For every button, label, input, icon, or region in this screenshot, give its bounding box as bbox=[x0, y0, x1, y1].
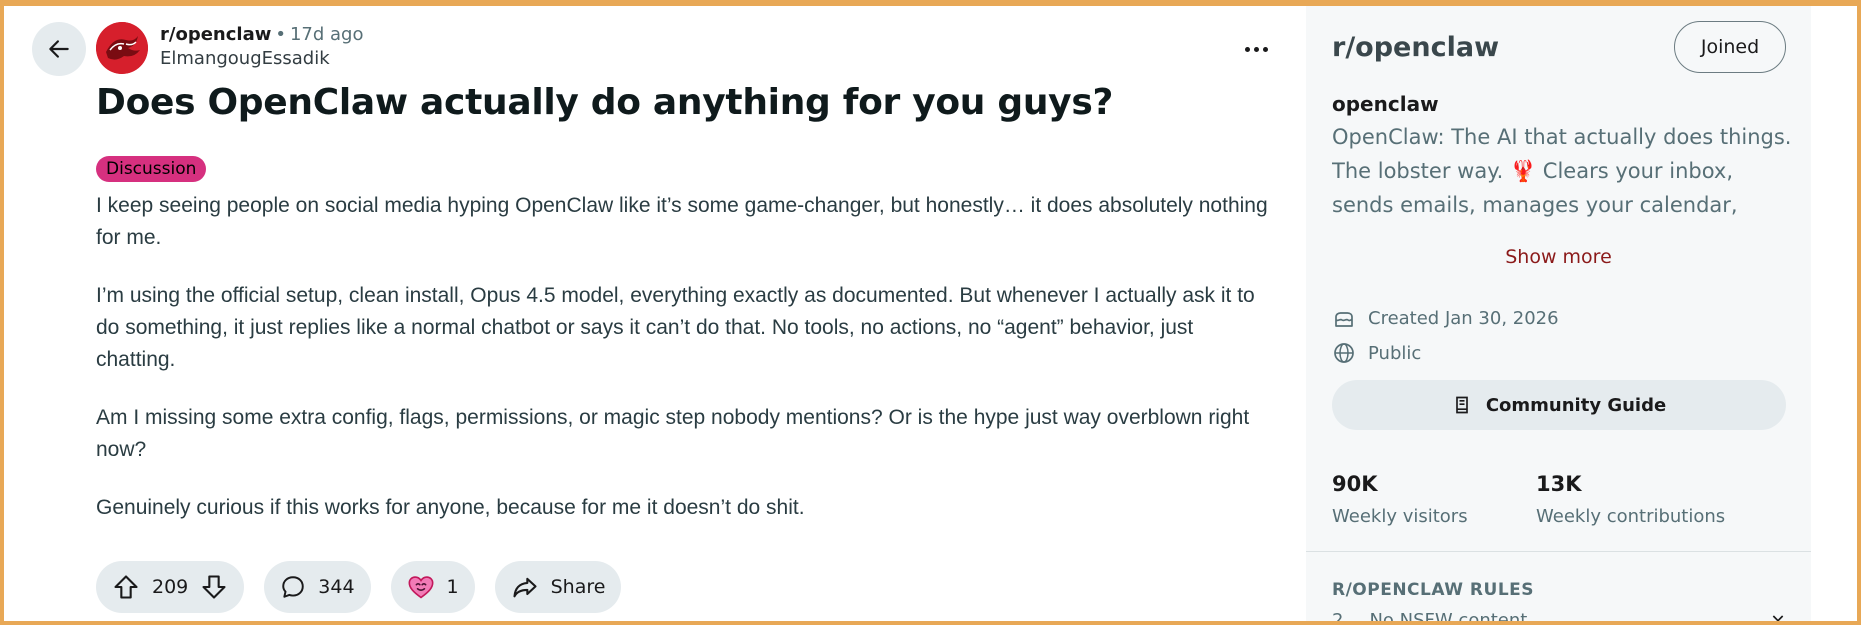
book-icon bbox=[1455, 396, 1468, 414]
upvote-icon[interactable] bbox=[112, 573, 140, 601]
subreddit-link[interactable]: r/openclaw bbox=[160, 24, 271, 45]
post-panel: r/openclaw • 17d ago ElmangougEssadik Does… bbox=[4, 6, 1306, 621]
community-guide-label: Community Guide bbox=[1485, 394, 1667, 416]
more-options-button[interactable] bbox=[1238, 34, 1274, 64]
created-date: Created Jan 30, 2026 bbox=[1368, 307, 1559, 329]
share-button[interactable]: Share bbox=[494, 561, 622, 613]
post-actions: 209 344 1 Share bbox=[96, 561, 622, 613]
rule-text: No NSFW content bbox=[1369, 610, 1528, 624]
sidebar-divider bbox=[1306, 551, 1811, 552]
post-title: Does OpenClaw actually do anything for y… bbox=[96, 82, 1114, 123]
globe-icon bbox=[1334, 343, 1354, 363]
show-more-button[interactable]: Show more bbox=[1306, 246, 1811, 268]
post-time: 17d ago bbox=[289, 24, 364, 45]
stat-value: 90K bbox=[1332, 472, 1378, 496]
visibility-row: Public bbox=[1332, 341, 1421, 365]
post-paragraph: Genuinely curious if this works for anyo… bbox=[96, 496, 805, 519]
post-flair[interactable]: Discussion bbox=[96, 156, 207, 182]
subreddit-avatar[interactable] bbox=[96, 22, 148, 74]
back-button[interactable] bbox=[32, 22, 86, 76]
rules-heading: R/OPENCLAW RULES bbox=[1332, 580, 1535, 600]
stat-label: Weekly visitors bbox=[1332, 506, 1468, 527]
post-paragraph: I’m using the official setup, clean inst… bbox=[96, 284, 1255, 371]
community-description: OpenClaw: The AI that actually does thin… bbox=[1332, 125, 1792, 217]
created-row: Created Jan 30, 2026 bbox=[1332, 306, 1559, 330]
post-paragraph: I keep seeing people on social media hyp… bbox=[96, 194, 1268, 249]
post-body: I keep seeing people on social media hyp… bbox=[96, 190, 1276, 550]
author-link[interactable]: ElmangougEssadik bbox=[160, 48, 330, 69]
community-sidebar: r/openclaw Joined openclaw OpenClaw: The… bbox=[1306, 6, 1811, 624]
meta-separator: • bbox=[275, 24, 286, 45]
post-paragraph: Am I missing some extra config, flags, p… bbox=[96, 406, 1250, 461]
comments-button[interactable]: 344 bbox=[264, 561, 371, 613]
share-label: Share bbox=[550, 576, 606, 598]
stat-value: 13K bbox=[1536, 472, 1582, 496]
downvote-icon[interactable] bbox=[200, 573, 228, 601]
comment-icon bbox=[282, 576, 304, 598]
page-margin bbox=[1811, 6, 1857, 621]
community-name: openclaw bbox=[1332, 92, 1439, 116]
vote-count: 209 bbox=[152, 576, 189, 598]
back-arrow-icon bbox=[49, 40, 69, 58]
community-guide-button[interactable]: Community Guide bbox=[1332, 380, 1786, 430]
visibility-label: Public bbox=[1368, 342, 1422, 364]
stat-label: Weekly contributions bbox=[1536, 506, 1726, 527]
award-count: 1 bbox=[446, 576, 459, 598]
rule-number: 2 bbox=[1332, 610, 1344, 624]
rules-item[interactable]: 2 No NSFW content bbox=[1332, 610, 1786, 624]
joined-button[interactable]: Joined bbox=[1674, 21, 1786, 73]
more-icon bbox=[1244, 46, 1250, 52]
community-title[interactable]: r/openclaw bbox=[1332, 32, 1499, 63]
stat-visitors: 90K Weekly visitors bbox=[1332, 472, 1468, 527]
post-meta: r/openclaw • 17d ago bbox=[160, 24, 364, 45]
vote-pill: 209 bbox=[96, 561, 245, 613]
share-icon bbox=[513, 577, 537, 598]
award-button[interactable]: 1 bbox=[390, 561, 475, 613]
stat-contributions: 13K Weekly contributions bbox=[1536, 472, 1725, 527]
cake-icon bbox=[1335, 312, 1353, 327]
comment-count: 344 bbox=[318, 576, 355, 598]
chevron-down-icon[interactable] bbox=[1770, 610, 1786, 624]
award-icon bbox=[408, 576, 434, 599]
